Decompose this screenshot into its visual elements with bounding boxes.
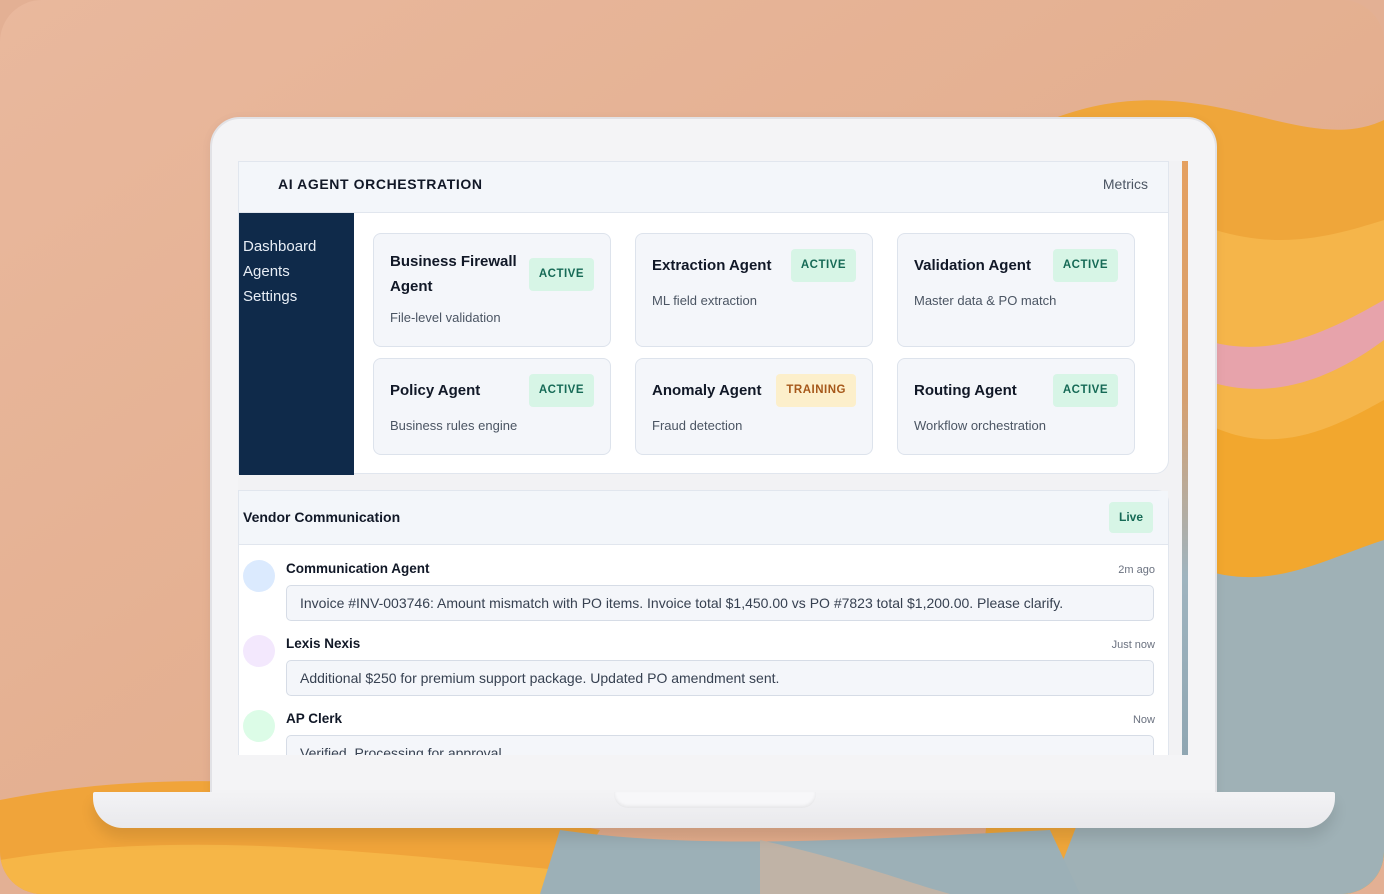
message-bubble: Verified. Processing for approval.: [286, 735, 1154, 755]
sidebar-item-dashboard[interactable]: Dashboard: [239, 234, 354, 259]
agent-name: Routing Agent: [914, 382, 1017, 399]
agent-name: Policy Agent: [390, 382, 481, 399]
vendor-communication-panel: Vendor Communication Live Communication …: [238, 490, 1169, 755]
message-item: Communication Agent 2m ago Invoice #INV-…: [239, 558, 1170, 630]
agent-description: ML field extraction: [652, 293, 758, 308]
agent-description: Workflow orchestration: [914, 418, 1046, 433]
agent-card-extraction[interactable]: Extraction Agent ACTIVE ML field extract…: [635, 233, 873, 347]
message-item: AP Clerk Now Verified. Processing for ap…: [239, 708, 1170, 755]
agent-description: File-level validation: [390, 310, 501, 325]
agent-name: Anomaly Agent: [652, 382, 762, 399]
agent-card-business-firewall[interactable]: Business Firewall Agent ACTIVE File-leve…: [373, 233, 611, 347]
screen: AI AGENT ORCHESTRATION Metrics Dashboard…: [238, 161, 1188, 755]
message-bubble: Additional $250 for premium support pack…: [286, 660, 1154, 696]
sidebar-item-agents[interactable]: Agents: [239, 259, 354, 284]
agent-name: Business Firewall Agent: [390, 253, 517, 295]
agent-name: Validation Agent: [914, 257, 1031, 274]
metrics-link[interactable]: Metrics: [1103, 176, 1148, 192]
status-badge: TRAINING: [776, 374, 856, 407]
agent-description: Fraud detection: [652, 418, 743, 433]
message-sender: AP Clerk: [286, 711, 343, 726]
vendor-header: Vendor Communication Live: [239, 491, 1168, 545]
avatar: [243, 710, 275, 742]
agent-description: Master data & PO match: [914, 293, 1057, 308]
avatar: [243, 635, 275, 667]
message-time: 2m ago: [1118, 564, 1155, 576]
vendor-title: Vendor Communication: [243, 509, 401, 525]
agent-description: Business rules engine: [390, 418, 518, 433]
message-item: Lexis Nexis Just now Additional $250 for…: [239, 633, 1170, 705]
agent-name: Extraction Agent: [652, 257, 772, 274]
message-sender: Communication Agent: [286, 561, 430, 576]
orchestration-header: AI AGENT ORCHESTRATION Metrics: [239, 162, 1168, 213]
status-badge: ACTIVE: [1052, 374, 1118, 407]
sidebar: Dashboard Agents Settings: [239, 213, 354, 475]
screen-edge: [1182, 161, 1188, 755]
message-bubble: Invoice #INV-003746: Amount mismatch wit…: [286, 585, 1154, 621]
agent-card-anomaly[interactable]: Anomaly Agent TRAINING Fraud detection: [635, 358, 873, 455]
status-badge: ACTIVE: [528, 374, 594, 407]
status-badge: ACTIVE: [790, 249, 856, 282]
message-sender: Lexis Nexis: [286, 636, 361, 651]
agent-card-policy[interactable]: Policy Agent ACTIVE Business rules engin…: [373, 358, 611, 455]
laptop-notch: [614, 792, 816, 808]
sidebar-item-settings[interactable]: Settings: [239, 284, 354, 309]
page-title: AI AGENT ORCHESTRATION: [278, 176, 483, 192]
status-badge: ACTIVE: [1052, 249, 1118, 282]
agent-orchestration-panel: AI AGENT ORCHESTRATION Metrics Dashboard…: [238, 161, 1169, 475]
live-badge: Live: [1108, 502, 1153, 533]
agent-card-validation[interactable]: Validation Agent ACTIVE Master data & PO…: [897, 233, 1135, 347]
message-time: Just now: [1111, 639, 1155, 651]
agent-card-routing[interactable]: Routing Agent ACTIVE Workflow orchestrat…: [897, 358, 1135, 455]
status-badge: ACTIVE: [528, 258, 594, 291]
message-time: Now: [1132, 714, 1155, 726]
avatar: [243, 560, 275, 592]
